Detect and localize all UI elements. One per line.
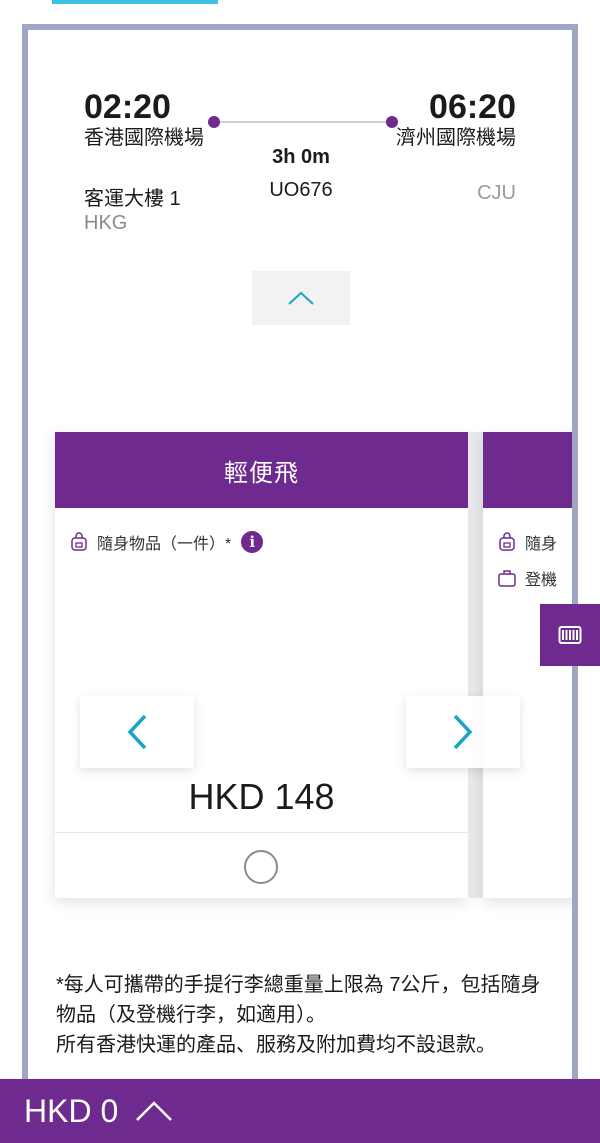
departure-terminal: 客運大樓 1	[84, 188, 181, 210]
top-accent-bar	[52, 0, 218, 4]
total-price: HKD 0	[24, 1092, 119, 1129]
departure-airport-code: HKG	[84, 212, 128, 234]
arrival-time: 06:20	[429, 88, 516, 126]
departure-time: 02:20	[84, 88, 171, 126]
baggage-label: 隨身	[525, 536, 558, 553]
suitcase-icon	[498, 570, 516, 587]
baggage-item-personal: 隨身	[497, 530, 557, 554]
note-baggage-limit: *每人可攜帶的手提行李總重量上限為 7公斤，包括隨身物品（及登機行李，如適用）。	[56, 974, 541, 1026]
chevron-left-icon	[127, 714, 147, 750]
baggage-item-carry-on: 登機	[497, 566, 557, 590]
carousel-next-button[interactable]	[406, 696, 520, 768]
departure-airport: 香港國際機場	[84, 127, 204, 149]
card-divider	[55, 832, 468, 833]
chevron-up-icon	[288, 291, 314, 305]
route-line	[214, 121, 392, 123]
carousel-prev-button[interactable]	[80, 696, 194, 768]
chevron-up-icon	[136, 1101, 173, 1121]
baggage-item-personal: 隨身物品（一件）* i	[69, 530, 264, 554]
flight-number: UO676	[269, 179, 333, 201]
columns-icon	[558, 626, 582, 644]
info-icon[interactable]: i	[241, 531, 264, 553]
fare-card-light[interactable]: 輕便飛 隨身物品（一件）* i HKD 148	[55, 432, 468, 898]
departure-dot	[208, 116, 220, 128]
arrival-airport-code: CJU	[477, 182, 516, 204]
baggage-notes: *每人可攜帶的手提行李總重量上限為 7公斤，包括隨身物品（及登機行李，如適用）。…	[56, 970, 556, 1060]
baggage-label: 登機	[525, 572, 558, 589]
fare-price: HKD 148	[188, 776, 335, 817]
arrival-airport: 濟州國際機場	[396, 127, 516, 149]
baggage-label: 隨身物品（一件）*	[97, 536, 232, 553]
flight-fare-panel: 02:20 香港國際機場 客運大樓 1 HKG 3h 0m UO676 06:2…	[22, 24, 578, 1143]
fare-name: 輕便飛	[55, 432, 468, 508]
note-refund-policy: 所有香港快運的產品、服務及附加費均不設退款。	[56, 1034, 496, 1056]
side-menu-tab[interactable]	[540, 604, 600, 666]
carousel-scrollbar[interactable]	[468, 432, 483, 898]
backpack-icon	[499, 532, 515, 551]
chevron-right-icon	[453, 714, 473, 750]
price-summary-bar[interactable]: HKD 0	[0, 1079, 600, 1143]
fare-name	[483, 432, 572, 508]
collapse-details-button[interactable]	[252, 271, 350, 325]
flight-duration: 3h 0m	[272, 146, 330, 168]
fare-selection-page: 02:20 香港國際機場 客運大樓 1 HKG 3h 0m UO676 06:2…	[0, 0, 600, 1143]
fare-select-radio[interactable]	[244, 850, 278, 884]
backpack-icon	[71, 532, 87, 551]
